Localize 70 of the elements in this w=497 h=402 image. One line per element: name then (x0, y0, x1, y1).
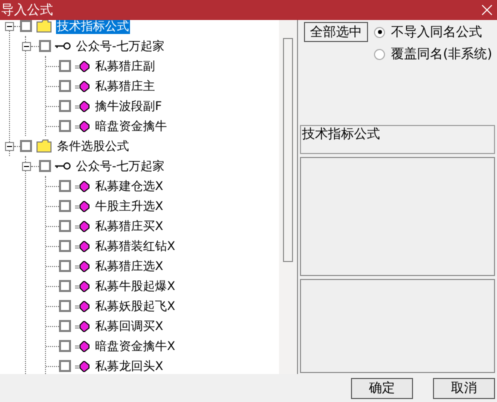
collapse-icon[interactable] (5, 22, 14, 30)
checkbox[interactable] (59, 100, 71, 112)
folder-icon (36, 20, 52, 33)
gem-icon (75, 220, 90, 232)
gem-icon (75, 320, 90, 332)
scrollbar-thumb[interactable] (283, 38, 293, 262)
checkbox[interactable] (59, 200, 71, 212)
checkbox[interactable] (20, 20, 32, 32)
tree-item[interactable]: 牛股主升选X (94, 198, 164, 214)
tree-item[interactable]: 条件选股公式 (56, 138, 130, 154)
checkbox[interactable] (59, 340, 71, 352)
gem-icon (75, 80, 90, 92)
tree-item[interactable]: 私募猎庄主 (94, 78, 156, 94)
tree-item[interactable]: 暗盘资金擒牛X (94, 338, 176, 354)
checkbox[interactable] (59, 300, 71, 312)
checkbox[interactable] (59, 220, 71, 232)
checkbox[interactable] (59, 60, 71, 72)
tree-item[interactable]: 私募猎庄副 (94, 58, 156, 74)
gem-icon (75, 100, 90, 112)
tree-item[interactable]: 擒牛波段副F (94, 98, 163, 114)
collapse-icon[interactable] (22, 162, 31, 170)
folder-icon (36, 139, 52, 153)
checkbox[interactable] (59, 320, 71, 332)
select-all-button[interactable]: 全部选中 (304, 22, 368, 42)
checkbox[interactable] (59, 360, 71, 372)
tree-item[interactable]: 私募回调买X (94, 318, 164, 334)
scrollbar[interactable] (279, 20, 297, 374)
gem-icon (75, 60, 90, 72)
checkbox[interactable] (59, 180, 71, 192)
tree-item[interactable]: 私募猎庄买X (94, 218, 164, 234)
checkbox[interactable] (39, 40, 51, 52)
tree-item[interactable]: 私募龙回头X (94, 358, 164, 374)
checkbox[interactable] (20, 140, 32, 152)
tree-item[interactable]: 私募建仓选X (94, 178, 164, 194)
checkbox[interactable] (59, 240, 71, 252)
radio-button[interactable] (374, 48, 385, 60)
tree-item[interactable]: 私募猎装红钻X (94, 238, 176, 254)
gem-icon (75, 360, 90, 372)
tree-item[interactable]: 公众号-七万起家 (75, 38, 166, 54)
key-icon (55, 42, 71, 50)
gem-icon (75, 240, 90, 252)
gem-icon (75, 260, 90, 272)
window-title: 导入公式 (0, 4, 53, 16)
tree-item[interactable]: 暗盘资金擒牛 (94, 118, 168, 134)
close-icon[interactable] (482, 5, 492, 15)
radio-button[interactable] (374, 26, 385, 38)
gem-icon (75, 180, 90, 192)
gem-icon (75, 300, 90, 312)
info-box: 技术指标公式 (300, 125, 495, 154)
checkbox[interactable] (59, 280, 71, 292)
gem-icon (75, 280, 90, 292)
gem-icon (75, 120, 90, 132)
tree-item[interactable]: 公众号-七万起家 (75, 158, 166, 174)
gem-icon (75, 340, 90, 352)
option-label: 覆盖同名(非系统) (391, 48, 492, 60)
checkbox[interactable] (59, 80, 71, 92)
ok-button[interactable]: 确定 (351, 378, 413, 399)
collapse-icon[interactable] (22, 42, 31, 50)
collapse-icon[interactable] (5, 142, 14, 150)
tree-item[interactable]: 私募猎庄选X (94, 258, 164, 274)
checkbox[interactable] (59, 260, 71, 272)
gem-icon (75, 200, 90, 212)
checkbox[interactable] (59, 120, 71, 132)
option-label: 不导入同名公式 (391, 26, 482, 38)
key-icon (55, 162, 71, 170)
tree-item[interactable]: 技术指标公式 (56, 20, 130, 34)
tree-item[interactable]: 私募妖股起飞X (94, 298, 176, 314)
checkbox[interactable] (39, 160, 51, 172)
tree-item[interactable]: 私募牛股起爆X (94, 278, 176, 294)
cancel-button[interactable]: 取消 (433, 378, 495, 399)
